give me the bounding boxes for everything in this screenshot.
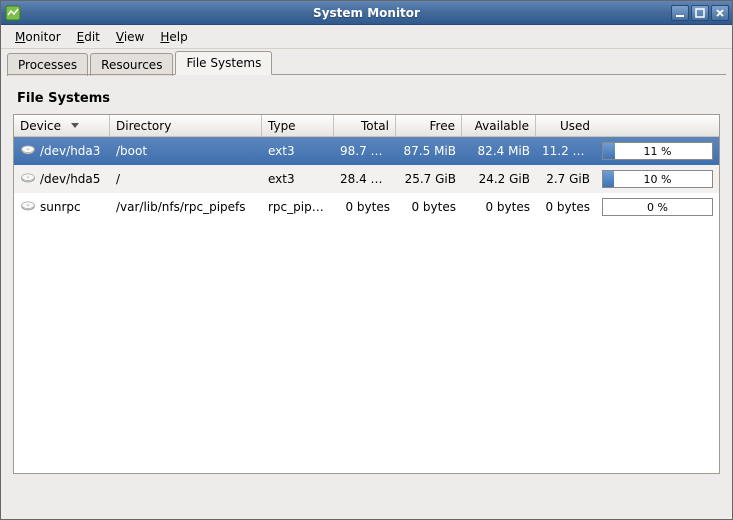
column-header-used[interactable]: Used [536,115,596,136]
column-label: Directory [116,119,171,133]
cell-available: 82.4 MiB [462,144,536,158]
menu-help[interactable]: Help [152,28,195,46]
cell-type: ext3 [262,144,334,158]
cell-available: 24.2 GiB [462,172,536,186]
column-label: Available [475,119,529,133]
usage-percent-label: 10 % [644,173,672,186]
column-header-type[interactable]: Type [262,115,334,136]
sort-indicator-icon [71,123,79,128]
maximize-button[interactable] [691,5,709,21]
table-row[interactable]: /dev/hda3/bootext398.7 MiB87.5 MiB82.4 M… [14,137,719,165]
minimize-button[interactable] [671,5,689,21]
cell-free: 25.7 GiB [396,172,462,186]
tab-file-systems[interactable]: File Systems [175,51,272,75]
column-header-used-bar[interactable] [596,115,719,136]
tab-resources[interactable]: Resources [90,53,173,76]
close-button[interactable] [711,5,729,21]
column-header-available[interactable]: Available [462,115,536,136]
cell-used-bar: 11 % [596,142,719,160]
menu-monitor[interactable]: Monitor [7,28,69,46]
tab-processes[interactable]: Processes [7,53,88,76]
window-controls [671,5,732,21]
usage-bar: 11 % [602,142,713,160]
disk-icon [20,199,36,216]
cell-used-size: 11.2 MiB [536,144,596,158]
device-label: /dev/hda5 [40,172,100,186]
column-label: Device [20,119,61,133]
cell-available: 0 bytes [462,200,536,214]
section-title: File Systems [17,91,720,106]
menu-view[interactable]: View [108,28,152,46]
cell-device: sunrpc [14,199,110,216]
column-header-free[interactable]: Free [396,115,462,136]
tab-content-filesystems: File Systems Device Directory Type Total… [1,75,732,519]
disk-icon [20,171,36,188]
usage-percent-label: 0 % [647,201,668,214]
usage-bar: 10 % [602,170,713,188]
table-header: Device Directory Type Total Free Availab… [14,115,719,137]
disk-icon [20,143,36,160]
cell-total: 98.7 MiB [334,144,396,158]
cell-free: 0 bytes [396,200,462,214]
menubar: MonitorEditViewHelp [1,25,732,49]
cell-total: 0 bytes [334,200,396,214]
usage-percent-label: 11 % [644,145,672,158]
cell-directory: /boot [110,144,262,158]
menu-edit[interactable]: Edit [69,28,108,46]
cell-total: 28.4 GiB [334,172,396,186]
titlebar: System Monitor [1,1,732,25]
table-body[interactable]: /dev/hda3/bootext398.7 MiB87.5 MiB82.4 M… [14,137,719,473]
cell-directory: /var/lib/nfs/rpc_pipefs [110,200,262,214]
cell-free: 87.5 MiB [396,144,462,158]
cell-used-size: 0 bytes [536,200,596,214]
cell-device: /dev/hda5 [14,171,110,188]
cell-type: rpc_pipefs [262,200,334,214]
column-label: Used [560,119,590,133]
cell-used-size: 2.7 GiB [536,172,596,186]
tabbar: ProcessesResourcesFile Systems [1,49,732,75]
column-label: Type [268,119,296,133]
column-header-directory[interactable]: Directory [110,115,262,136]
app-icon [5,5,21,21]
cell-used-bar: 10 % [596,170,719,188]
window-title: System Monitor [1,6,732,20]
device-label: sunrpc [40,200,81,214]
cell-directory: / [110,172,262,186]
column-header-total[interactable]: Total [334,115,396,136]
cell-type: ext3 [262,172,334,186]
cell-device: /dev/hda3 [14,143,110,160]
column-label: Total [361,119,389,133]
device-label: /dev/hda3 [40,144,100,158]
table-row[interactable]: /dev/hda5 /ext328.4 GiB25.7 GiB24.2 GiB2.… [14,165,719,193]
table-row[interactable]: sunrpc/var/lib/nfs/rpc_pipefsrpc_pipefs0… [14,193,719,221]
column-header-device[interactable]: Device [14,115,110,136]
cell-used-bar: 0 % [596,198,719,216]
usage-bar: 0 % [602,198,713,216]
filesystems-table: Device Directory Type Total Free Availab… [13,114,720,474]
column-label: Free [430,119,455,133]
